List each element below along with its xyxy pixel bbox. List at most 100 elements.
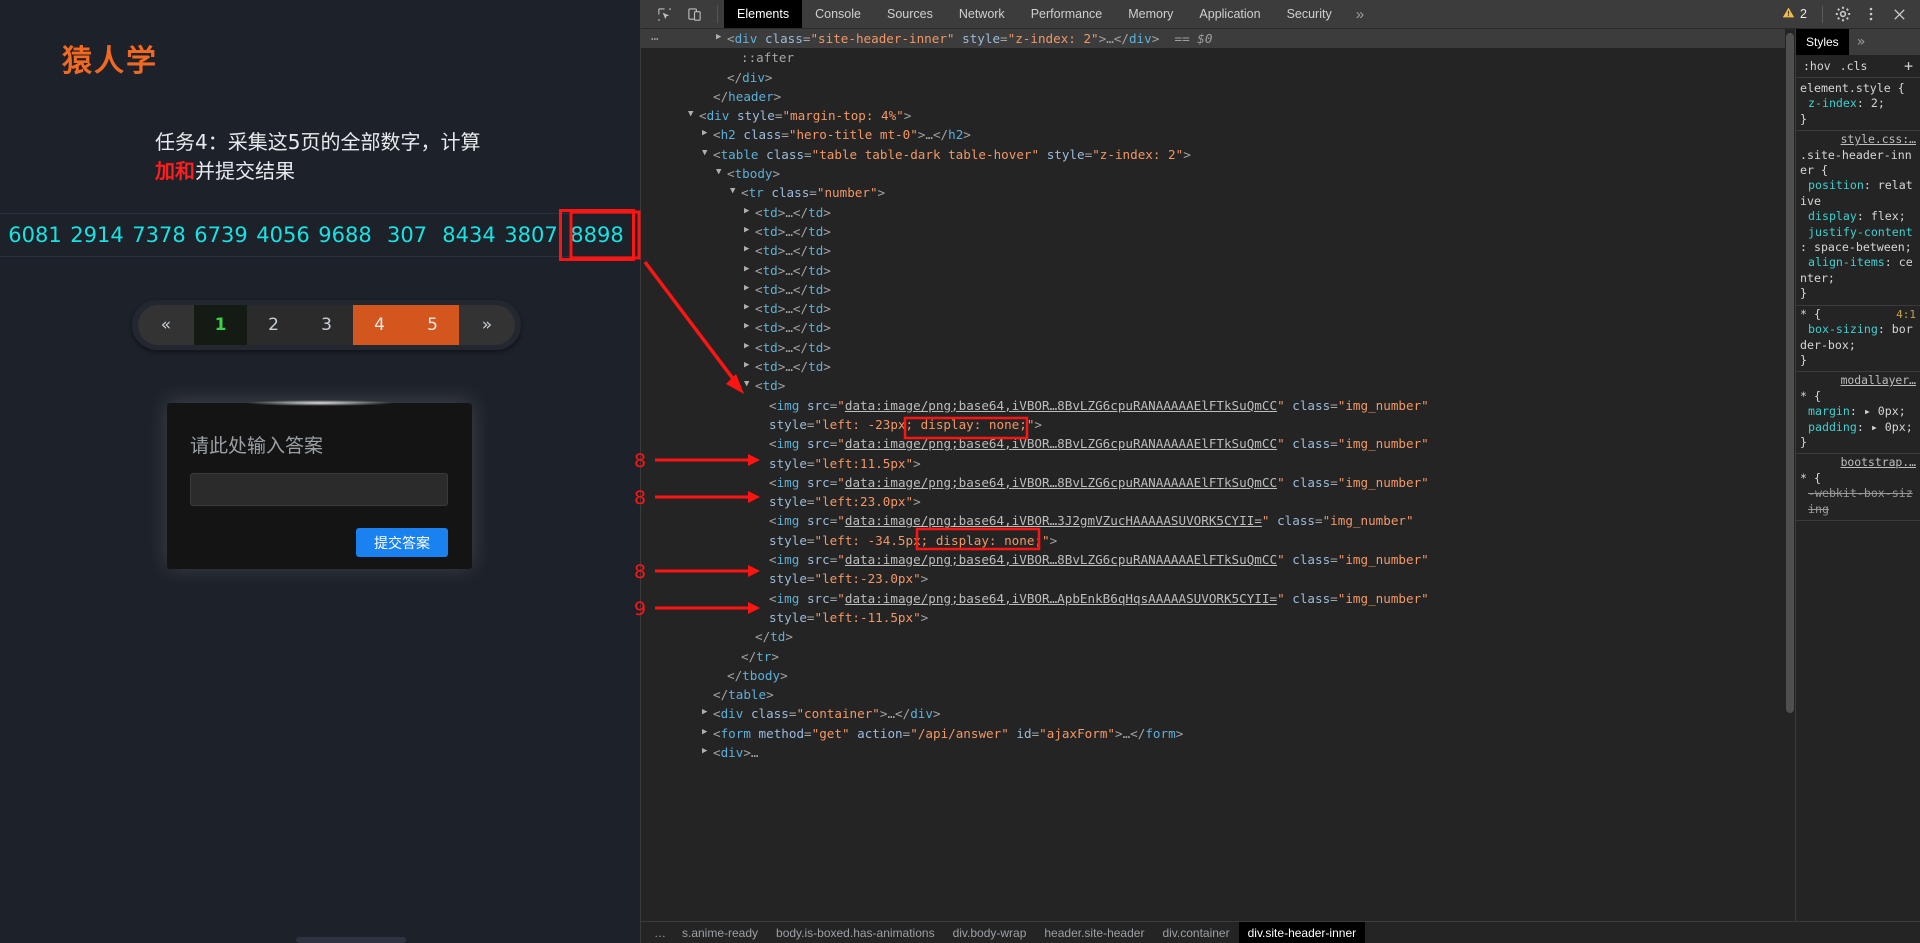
dom-node-line[interactable]: style="left: -34.5px; display: none;">: [641, 531, 1795, 550]
breadcrumb-overflow[interactable]: …: [647, 926, 673, 940]
warning-indicator[interactable]: 2: [1774, 6, 1815, 22]
dom-node-line[interactable]: ▶ <td>…</td>: [641, 357, 1795, 376]
dom-node-line[interactable]: style="left: -23px; display: none;">: [641, 415, 1795, 434]
tab-console[interactable]: Console: [802, 0, 874, 28]
style-selector[interactable]: * {: [1800, 389, 1916, 404]
dom-node-line[interactable]: </header>: [641, 87, 1795, 106]
expand-triangle-icon[interactable]: ▶: [702, 124, 707, 143]
dom-node-line[interactable]: <img src="data:image/png;base64,iVBOR…Ap…: [641, 589, 1795, 608]
collapse-triangle-icon[interactable]: ▼: [688, 105, 693, 124]
expand-triangle-icon[interactable]: ▶: [744, 356, 749, 375]
node-menu-ellipsis[interactable]: ⋯: [651, 29, 659, 48]
collapse-triangle-icon[interactable]: ▼: [716, 163, 721, 182]
pagination-page-1[interactable]: 1: [194, 305, 247, 345]
style-rule[interactable]: bootstrap.… * {-webkit-box-sizing: [1796, 454, 1920, 521]
style-declaration[interactable]: justify-content: space-between;: [1800, 225, 1916, 256]
style-declaration[interactable]: padding: ▸ 0px;: [1800, 420, 1916, 435]
tab-styles[interactable]: Styles: [1796, 29, 1849, 55]
expand-triangle-icon[interactable]: ▶: [702, 723, 707, 742]
tab-elements[interactable]: Elements: [724, 0, 803, 28]
styles-overflow-chevron[interactable]: »: [1849, 29, 1873, 55]
dom-node-line[interactable]: ::after: [641, 48, 1795, 67]
dom-node-line[interactable]: </tbody>: [641, 666, 1795, 685]
styles-rules[interactable]: element.style {z-index: 2;} style.css:… .s…: [1796, 78, 1920, 921]
expand-triangle-icon[interactable]: ▶: [744, 337, 749, 356]
tab-network[interactable]: Network: [946, 0, 1018, 28]
breadcrumb-item[interactable]: s.anime-ready: [673, 922, 767, 943]
dom-node-line[interactable]: ▼ <table class="table table-dark table-ho…: [641, 145, 1795, 164]
dom-node-line[interactable]: style="left:11.5px">: [641, 454, 1795, 473]
dom-node-line[interactable]: ⋯ ▶ <div class="site-header-inner" style="…: [641, 29, 1795, 49]
pagination-page-5[interactable]: 5: [406, 305, 459, 345]
dom-tree-pane[interactable]: ⋯ ▶ <div class="site-header-inner" style="…: [641, 29, 1795, 921]
cls-toggle[interactable]: .cls: [1840, 59, 1868, 73]
style-selector[interactable]: element.style {: [1800, 81, 1916, 96]
dom-node-line[interactable]: ▶ <td>…</td>: [641, 241, 1795, 260]
dom-node-line[interactable]: ▼ <tr class="number">: [641, 183, 1795, 202]
dom-node-line[interactable]: ▶ <td>…</td>: [641, 261, 1795, 280]
expand-triangle-icon[interactable]: ▶: [744, 317, 749, 336]
expand-triangle-icon[interactable]: ▶: [744, 260, 749, 279]
style-declaration[interactable]: z-index: 2;: [1800, 96, 1916, 111]
dom-node-line[interactable]: <img src="data:image/png;base64,iVBOR…8B…: [641, 396, 1795, 415]
new-style-rule-button[interactable]: +: [1904, 57, 1913, 75]
dom-node-line[interactable]: ▶ <td>…</td>: [641, 203, 1795, 222]
style-rule[interactable]: element.style {z-index: 2;}: [1796, 80, 1920, 132]
style-declaration[interactable]: -webkit-box-sizing: [1800, 486, 1916, 517]
pagination-page-2[interactable]: 2: [247, 305, 300, 345]
tab-application[interactable]: Application: [1186, 0, 1273, 28]
dom-node-line[interactable]: ▶ <form method="get" action="/api/answer"…: [641, 724, 1795, 743]
dom-node-line[interactable]: ▼ <div style="margin-top: 4%">: [641, 106, 1795, 125]
dom-node-line[interactable]: </table>: [641, 685, 1795, 704]
style-origin-link[interactable]: bootstrap.…: [1800, 455, 1916, 470]
dom-node-line[interactable]: ▶ <td>…</td>: [641, 318, 1795, 337]
dom-node-line[interactable]: </td>: [641, 627, 1795, 646]
dom-node-line[interactable]: ▶ <td>…</td>: [641, 338, 1795, 357]
device-toolbar-icon[interactable]: [681, 1, 707, 27]
pagination-page-3[interactable]: 3: [300, 305, 353, 345]
breadcrumb-item[interactable]: div.body-wrap: [944, 922, 1036, 943]
site-brand-logo[interactable]: 猿人学: [62, 36, 158, 80]
dom-node-line[interactable]: <img src="data:image/png;base64,iVBOR…8B…: [641, 473, 1795, 492]
dom-tree[interactable]: ⋯ ▶ <div class="site-header-inner" style="…: [641, 29, 1795, 762]
style-declaration[interactable]: position: relative: [1800, 178, 1916, 209]
style-selector[interactable]: * {: [1800, 471, 1916, 486]
style-rule[interactable]: modallayer… * {margin: ▸ 0px; padding: ▸ 0…: [1796, 372, 1920, 455]
hov-toggle[interactable]: :hov: [1803, 59, 1831, 73]
close-icon[interactable]: [1886, 1, 1912, 27]
inspect-element-icon[interactable]: [651, 1, 677, 27]
tab-sources[interactable]: Sources: [874, 0, 946, 28]
dom-node-line[interactable]: ▶ <div>…: [641, 743, 1795, 762]
pagination-page-4[interactable]: 4: [353, 305, 406, 345]
tab-overflow-chevron[interactable]: »: [1345, 0, 1375, 28]
dom-node-line[interactable]: ▶ <td>…</td>: [641, 280, 1795, 299]
pagination[interactable]: « 12345 »: [132, 300, 521, 350]
submit-answer-button[interactable]: 提交答案: [356, 528, 448, 557]
more-options-icon[interactable]: [1858, 1, 1884, 27]
style-rule[interactable]: 4:1 * {box-sizing: border-box;}: [1796, 306, 1920, 373]
expand-triangle-icon[interactable]: ▶: [744, 240, 749, 259]
style-declaration[interactable]: margin: ▸ 0px;: [1800, 404, 1916, 419]
breadcrumb-item[interactable]: div.container: [1153, 922, 1238, 943]
dom-node-line[interactable]: ▼ <tbody>: [641, 164, 1795, 183]
dom-node-line[interactable]: ▼ <td>: [641, 376, 1795, 395]
expand-triangle-icon[interactable]: ▶: [716, 29, 721, 47]
breadcrumb[interactable]: … s.anime-ready body.is-boxed.has-animatio…: [641, 921, 1920, 943]
tab-performance[interactable]: Performance: [1018, 0, 1116, 28]
devtools-tab-list[interactable]: Elements Console Sources Network Performance…: [724, 0, 1345, 28]
style-origin-link[interactable]: style.css:…: [1800, 132, 1916, 147]
style-declaration[interactable]: box-sizing: border-box;: [1800, 322, 1916, 353]
style-declaration[interactable]: align-items: center;: [1800, 255, 1916, 286]
breadcrumb-item[interactable]: header.site-header: [1035, 922, 1153, 943]
tab-memory[interactable]: Memory: [1115, 0, 1186, 28]
dom-node-line[interactable]: <img src="data:image/png;base64,iVBOR…8B…: [641, 434, 1795, 453]
answer-input[interactable]: [190, 473, 448, 506]
style-origin-link[interactable]: modallayer…: [1800, 373, 1916, 388]
breadcrumb-item[interactable]: body.is-boxed.has-animations: [767, 922, 944, 943]
expand-triangle-icon[interactable]: ▶: [744, 221, 749, 240]
dom-node-line[interactable]: ▶ <div class="container">…</div>: [641, 704, 1795, 723]
dom-node-line[interactable]: <img src="data:image/png;base64,iVBOR…3J…: [641, 511, 1795, 530]
expand-triangle-icon[interactable]: ▶: [744, 202, 749, 221]
dom-node-line[interactable]: style="left:-11.5px">: [641, 608, 1795, 627]
collapse-triangle-icon[interactable]: ▼: [744, 375, 749, 394]
